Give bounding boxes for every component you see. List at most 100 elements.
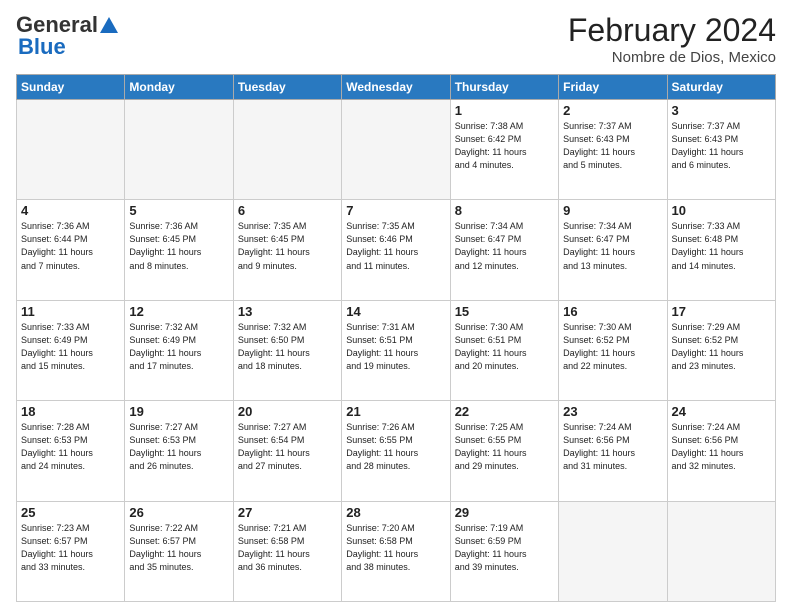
day-info: Sunrise: 7:25 AMSunset: 6:55 PMDaylight:… bbox=[455, 421, 554, 473]
day-info: Sunrise: 7:34 AMSunset: 6:47 PMDaylight:… bbox=[455, 220, 554, 272]
day-cell: 1 Sunrise: 7:38 AMSunset: 6:42 PMDaylight… bbox=[450, 100, 558, 200]
col-header-saturday: Saturday bbox=[667, 75, 775, 100]
week-row-4: 18 Sunrise: 7:28 AMSunset: 6:53 PMDayligh… bbox=[17, 401, 776, 501]
day-cell: 15 Sunrise: 7:30 AMSunset: 6:51 PMDayligh… bbox=[450, 300, 558, 400]
day-info: Sunrise: 7:33 AMSunset: 6:49 PMDaylight:… bbox=[21, 321, 120, 373]
calendar-table: SundayMondayTuesdayWednesdayThursdayFrid… bbox=[16, 74, 776, 602]
calendar-subtitle: Nombre de Dios, Mexico bbox=[568, 49, 776, 66]
day-cell: 27Sunrise: 7:21 AMSunset: 6:58 PMDayligh… bbox=[233, 501, 341, 601]
day-cell bbox=[342, 100, 450, 200]
day-cell: 28Sunrise: 7:20 AMSunset: 6:58 PMDayligh… bbox=[342, 501, 450, 601]
day-info: Sunrise: 7:37 AMSunset: 6:43 PMDaylight:… bbox=[672, 120, 771, 172]
day-info: Sunrise: 7:22 AMSunset: 6:57 PMDaylight:… bbox=[129, 522, 228, 574]
day-cell: 4 Sunrise: 7:36 AMSunset: 6:44 PMDaylight… bbox=[17, 200, 125, 300]
day-number: 1 bbox=[455, 103, 554, 118]
logo-blue-text: Blue bbox=[18, 34, 66, 60]
col-header-friday: Friday bbox=[559, 75, 667, 100]
day-number: 5 bbox=[129, 203, 228, 218]
day-info: Sunrise: 7:24 AMSunset: 6:56 PMDaylight:… bbox=[563, 421, 662, 473]
day-cell: 24 Sunrise: 7:24 AMSunset: 6:56 PMDayligh… bbox=[667, 401, 775, 501]
day-info: Sunrise: 7:28 AMSunset: 6:53 PMDaylight:… bbox=[21, 421, 120, 473]
day-cell bbox=[17, 100, 125, 200]
day-cell: 10Sunrise: 7:33 AMSunset: 6:48 PMDayligh… bbox=[667, 200, 775, 300]
day-cell: 21 Sunrise: 7:26 AMSunset: 6:55 PMDayligh… bbox=[342, 401, 450, 501]
calendar-title: February 2024 bbox=[568, 12, 776, 49]
day-cell: 5 Sunrise: 7:36 AMSunset: 6:45 PMDaylight… bbox=[125, 200, 233, 300]
week-row-5: 25 Sunrise: 7:23 AMSunset: 6:57 PMDayligh… bbox=[17, 501, 776, 601]
day-number: 15 bbox=[455, 304, 554, 319]
day-number: 8 bbox=[455, 203, 554, 218]
day-info: Sunrise: 7:26 AMSunset: 6:55 PMDaylight:… bbox=[346, 421, 445, 473]
day-number: 4 bbox=[21, 203, 120, 218]
day-cell: 9 Sunrise: 7:34 AMSunset: 6:47 PMDaylight… bbox=[559, 200, 667, 300]
day-info: Sunrise: 7:20 AMSunset: 6:58 PMDaylight:… bbox=[346, 522, 445, 574]
day-cell: 16 Sunrise: 7:30 AMSunset: 6:52 PMDayligh… bbox=[559, 300, 667, 400]
logo-triangle-icon bbox=[100, 17, 118, 33]
col-header-thursday: Thursday bbox=[450, 75, 558, 100]
day-cell bbox=[667, 501, 775, 601]
day-info: Sunrise: 7:34 AMSunset: 6:47 PMDaylight:… bbox=[563, 220, 662, 272]
day-cell: 13 Sunrise: 7:32 AMSunset: 6:50 PMDayligh… bbox=[233, 300, 341, 400]
day-cell: 17Sunrise: 7:29 AMSunset: 6:52 PMDayligh… bbox=[667, 300, 775, 400]
day-cell: 12Sunrise: 7:32 AMSunset: 6:49 PMDayligh… bbox=[125, 300, 233, 400]
day-cell: 20 Sunrise: 7:27 AMSunset: 6:54 PMDayligh… bbox=[233, 401, 341, 501]
day-info: Sunrise: 7:37 AMSunset: 6:43 PMDaylight:… bbox=[563, 120, 662, 172]
day-info: Sunrise: 7:30 AMSunset: 6:52 PMDaylight:… bbox=[563, 321, 662, 373]
day-number: 23 bbox=[563, 404, 662, 419]
logo: General Blue bbox=[16, 12, 118, 60]
day-cell: 3Sunrise: 7:37 AMSunset: 6:43 PMDaylight… bbox=[667, 100, 775, 200]
day-number: 29 bbox=[455, 505, 554, 520]
day-info: Sunrise: 7:27 AMSunset: 6:54 PMDaylight:… bbox=[238, 421, 337, 473]
day-cell: 7Sunrise: 7:35 AMSunset: 6:46 PMDaylight… bbox=[342, 200, 450, 300]
day-number: 12 bbox=[129, 304, 228, 319]
day-number: 20 bbox=[238, 404, 337, 419]
day-number: 25 bbox=[21, 505, 120, 520]
day-number: 6 bbox=[238, 203, 337, 218]
day-info: Sunrise: 7:35 AMSunset: 6:45 PMDaylight:… bbox=[238, 220, 337, 272]
day-info: Sunrise: 7:23 AMSunset: 6:57 PMDaylight:… bbox=[21, 522, 120, 574]
day-number: 24 bbox=[672, 404, 771, 419]
col-header-wednesday: Wednesday bbox=[342, 75, 450, 100]
day-cell: 8 Sunrise: 7:34 AMSunset: 6:47 PMDaylight… bbox=[450, 200, 558, 300]
day-info: Sunrise: 7:32 AMSunset: 6:50 PMDaylight:… bbox=[238, 321, 337, 373]
day-number: 21 bbox=[346, 404, 445, 419]
day-info: Sunrise: 7:36 AMSunset: 6:45 PMDaylight:… bbox=[129, 220, 228, 272]
day-number: 16 bbox=[563, 304, 662, 319]
week-row-3: 11Sunrise: 7:33 AMSunset: 6:49 PMDayligh… bbox=[17, 300, 776, 400]
day-info: Sunrise: 7:31 AMSunset: 6:51 PMDaylight:… bbox=[346, 321, 445, 373]
day-info: Sunrise: 7:24 AMSunset: 6:56 PMDaylight:… bbox=[672, 421, 771, 473]
day-cell: 29 Sunrise: 7:19 AMSunset: 6:59 PMDayligh… bbox=[450, 501, 558, 601]
day-info: Sunrise: 7:38 AMSunset: 6:42 PMDaylight:… bbox=[455, 120, 554, 172]
day-cell: 2Sunrise: 7:37 AMSunset: 6:43 PMDaylight… bbox=[559, 100, 667, 200]
day-number: 14 bbox=[346, 304, 445, 319]
day-number: 22 bbox=[455, 404, 554, 419]
day-cell: 11Sunrise: 7:33 AMSunset: 6:49 PMDayligh… bbox=[17, 300, 125, 400]
day-cell: 22 Sunrise: 7:25 AMSunset: 6:55 PMDayligh… bbox=[450, 401, 558, 501]
day-cell bbox=[233, 100, 341, 200]
day-cell: 25 Sunrise: 7:23 AMSunset: 6:57 PMDayligh… bbox=[17, 501, 125, 601]
day-number: 26 bbox=[129, 505, 228, 520]
day-info: Sunrise: 7:35 AMSunset: 6:46 PMDaylight:… bbox=[346, 220, 445, 272]
day-info: Sunrise: 7:21 AMSunset: 6:58 PMDaylight:… bbox=[238, 522, 337, 574]
day-number: 13 bbox=[238, 304, 337, 319]
week-row-2: 4 Sunrise: 7:36 AMSunset: 6:44 PMDaylight… bbox=[17, 200, 776, 300]
day-info: Sunrise: 7:30 AMSunset: 6:51 PMDaylight:… bbox=[455, 321, 554, 373]
day-number: 18 bbox=[21, 404, 120, 419]
header-row: SundayMondayTuesdayWednesdayThursdayFrid… bbox=[17, 75, 776, 100]
day-info: Sunrise: 7:29 AMSunset: 6:52 PMDaylight:… bbox=[672, 321, 771, 373]
title-block: February 2024 Nombre de Dios, Mexico bbox=[568, 12, 776, 66]
day-info: Sunrise: 7:19 AMSunset: 6:59 PMDaylight:… bbox=[455, 522, 554, 574]
day-cell: 6 Sunrise: 7:35 AMSunset: 6:45 PMDaylight… bbox=[233, 200, 341, 300]
day-cell: 18 Sunrise: 7:28 AMSunset: 6:53 PMDayligh… bbox=[17, 401, 125, 501]
day-cell: 14 Sunrise: 7:31 AMSunset: 6:51 PMDayligh… bbox=[342, 300, 450, 400]
col-header-tuesday: Tuesday bbox=[233, 75, 341, 100]
day-number: 10 bbox=[672, 203, 771, 218]
day-cell: 23 Sunrise: 7:24 AMSunset: 6:56 PMDayligh… bbox=[559, 401, 667, 501]
day-number: 9 bbox=[563, 203, 662, 218]
col-header-sunday: Sunday bbox=[17, 75, 125, 100]
day-cell: 19Sunrise: 7:27 AMSunset: 6:53 PMDayligh… bbox=[125, 401, 233, 501]
page: General Blue February 2024 Nombre de Dio… bbox=[0, 0, 792, 612]
day-cell bbox=[125, 100, 233, 200]
week-row-1: 1 Sunrise: 7:38 AMSunset: 6:42 PMDaylight… bbox=[17, 100, 776, 200]
day-info: Sunrise: 7:36 AMSunset: 6:44 PMDaylight:… bbox=[21, 220, 120, 272]
